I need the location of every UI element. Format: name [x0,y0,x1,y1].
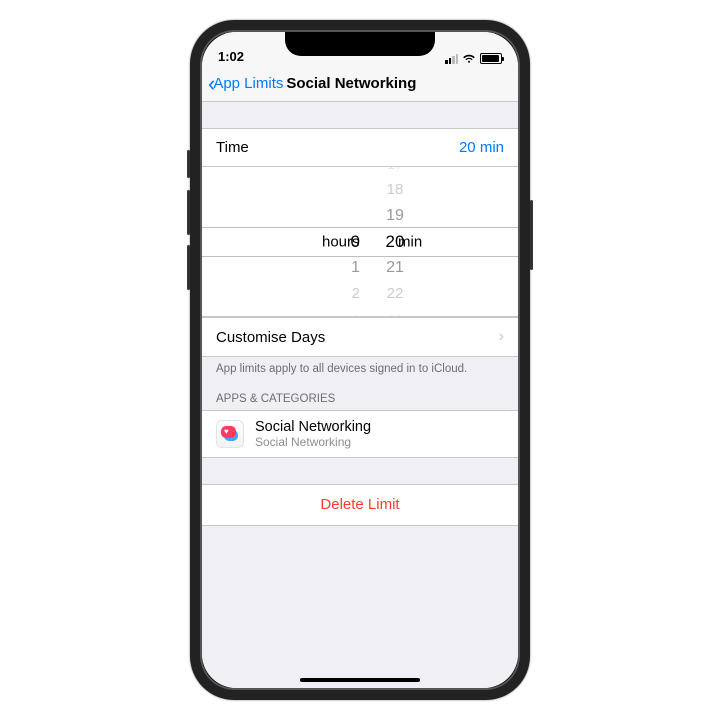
hours-unit-label: hours [322,233,360,250]
battery-icon [480,53,502,64]
category-row[interactable]: ♥ Social Networking Social Networking [202,410,518,458]
time-row[interactable]: Time 20 min [202,128,518,167]
wifi-icon [462,54,476,64]
cellular-signal-icon [445,54,458,64]
mute-switch [187,150,190,178]
back-label: App Limits [213,75,283,92]
phone-frame: 1:02 ‹ App Limits Social Networking Time… [190,20,530,700]
customise-days-row[interactable]: Customise Days › [202,317,518,357]
back-button[interactable]: ‹ App Limits [208,73,283,95]
volume-down-button [187,245,190,290]
customise-days-label: Customise Days [216,329,325,346]
time-label: Time [216,139,249,156]
status-time: 1:02 [218,49,244,64]
page-title: Social Networking [286,75,416,92]
delete-limit-button[interactable]: Delete Limit [202,484,518,526]
volume-up-button [187,190,190,235]
chevron-right-icon: › [499,328,504,346]
category-subtitle: Social Networking [255,435,371,449]
category-title: Social Networking [255,419,371,435]
apps-section-header: APPS & CATEGORIES [202,389,518,410]
notch [285,32,435,56]
content-scroll[interactable]: Time 20 min 0 1 2 3 [202,102,518,688]
footnote: App limits apply to all devices signed i… [202,357,518,389]
power-button [530,200,533,270]
minutes-unit-label: min [398,233,422,250]
social-networking-icon: ♥ [216,420,244,448]
delete-limit-label: Delete Limit [320,496,399,513]
home-indicator[interactable] [300,678,420,682]
navigation-bar: ‹ App Limits Social Networking [202,66,518,102]
time-value: 20 min [459,139,504,156]
time-picker[interactable]: 0 1 2 3 17 18 19 20 21 22 23 [202,167,518,317]
